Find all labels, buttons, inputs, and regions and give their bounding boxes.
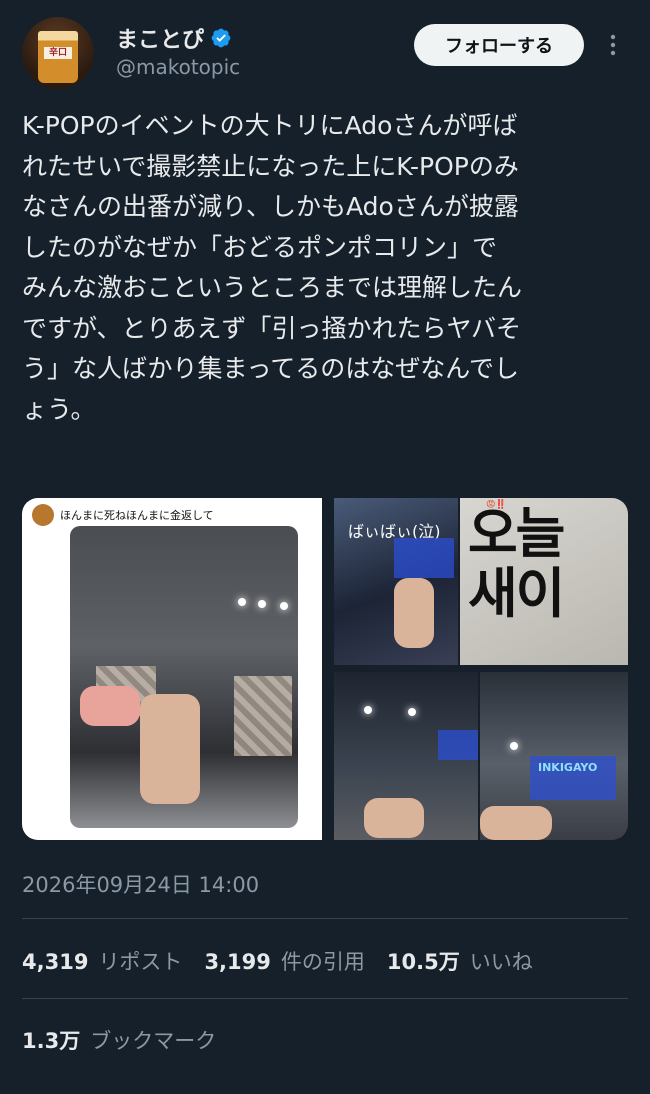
media-image-5[interactable]: INKIGAYO (480, 672, 628, 840)
stage-light (364, 706, 372, 714)
avatar[interactable]: 辛口 (22, 17, 94, 89)
quotes-label: 件の引用 (280, 950, 365, 974)
stage-light (238, 598, 246, 606)
post-timestamp[interactable]: 2026年09月24日 14:00 (22, 869, 259, 899)
hand-thumbs-up (364, 798, 424, 838)
author-handle[interactable]: @makotopic (116, 55, 240, 79)
media-image-2[interactable]: ばぃばぃ(泣) (334, 498, 458, 665)
hand-with-nails (394, 578, 434, 648)
hand-with-nails (140, 694, 200, 804)
tweet-line: ょう。 (22, 394, 96, 424)
quotes-stat[interactable]: 3,199 件の引用 (204, 946, 364, 976)
tweet-line: う」な人ばかり集まってるのはなぜなんでし (22, 354, 520, 383)
tweet-line: ですが、とりあえず「引っ掻かれたらヤバそ (22, 313, 522, 343)
verified-badge-icon (211, 28, 231, 48)
bookmarks-label: ブックマーク (90, 1029, 217, 1053)
embedded-post-caption: ほんまに死ねほんまに金返して (60, 509, 214, 522)
stage-screen (438, 730, 478, 760)
reposts-stat[interactable]: 4,319 リポスト (22, 946, 182, 976)
tweet-line: なさんの出番が減り、しかもAdoさんが披露 (22, 192, 519, 221)
likes-label: いいね (469, 950, 533, 974)
tweet-line: れたせいで撮影禁止になった上にK-POPのみ (22, 151, 519, 181)
media-grid: ほんまに死ねほんまに金返して ばぃばぃ(泣) 😡‼️ 오늘 새이 INKIGAY… (22, 498, 628, 840)
embedded-avatar (32, 504, 54, 526)
stage-light (510, 742, 518, 750)
more-options-icon[interactable] (605, 30, 621, 60)
avatar-label: 辛口 (44, 47, 72, 59)
stage-light (258, 600, 266, 608)
follow-button[interactable]: フォローする (414, 24, 584, 66)
embedded-post-header: ほんまに死ねほんまに金返して (32, 504, 312, 526)
stage-light (280, 602, 288, 610)
tweet-line: したのがなぜか「おどるポンポコリン」で (22, 232, 498, 262)
divider (22, 918, 628, 919)
stage-screen (394, 538, 454, 578)
display-name[interactable]: まことぴ (116, 22, 204, 54)
stage-light (408, 708, 416, 716)
concert-photo (70, 526, 298, 828)
media-image-3[interactable]: 😡‼️ 오늘 새이 (460, 498, 628, 665)
mosaic-blur (234, 676, 292, 756)
hand (480, 806, 552, 840)
reposts-count: 4,319 (22, 950, 89, 974)
tweet-text: K-POPのイベントの大トリにAdoさんが呼ば れたせいで撮影禁止になった上にK… (22, 106, 632, 430)
media-image-1[interactable]: ほんまに死ねほんまに金返して (22, 498, 322, 840)
image3-handwritten-text: 오늘 새이 (468, 502, 565, 625)
quotes-count: 3,199 (204, 950, 271, 974)
tweet-line: みんな激おこというところまでは理解したん (22, 273, 523, 302)
tweet-line: K-POPのイベントの大トリにAdoさんが呼ば (22, 111, 518, 140)
image5-sign-text: INKIGAYO (538, 761, 598, 774)
bookmarks-count: 1.3万 (22, 1029, 81, 1053)
media-image-4[interactable] (334, 672, 478, 840)
author-name-row[interactable]: まことぴ (116, 22, 232, 54)
likes-count: 10.5万 (386, 950, 460, 974)
bookmarks-stat[interactable]: 1.3万 ブックマーク (22, 1025, 216, 1055)
likes-stat[interactable]: 10.5万 いいね (387, 946, 533, 976)
reposts-label: リポスト (98, 950, 183, 974)
divider (22, 998, 628, 999)
engagement-stats: 4,319 リポスト 3,199 件の引用 10.5万 いいね (22, 946, 533, 976)
hand-with-nails (80, 686, 140, 726)
